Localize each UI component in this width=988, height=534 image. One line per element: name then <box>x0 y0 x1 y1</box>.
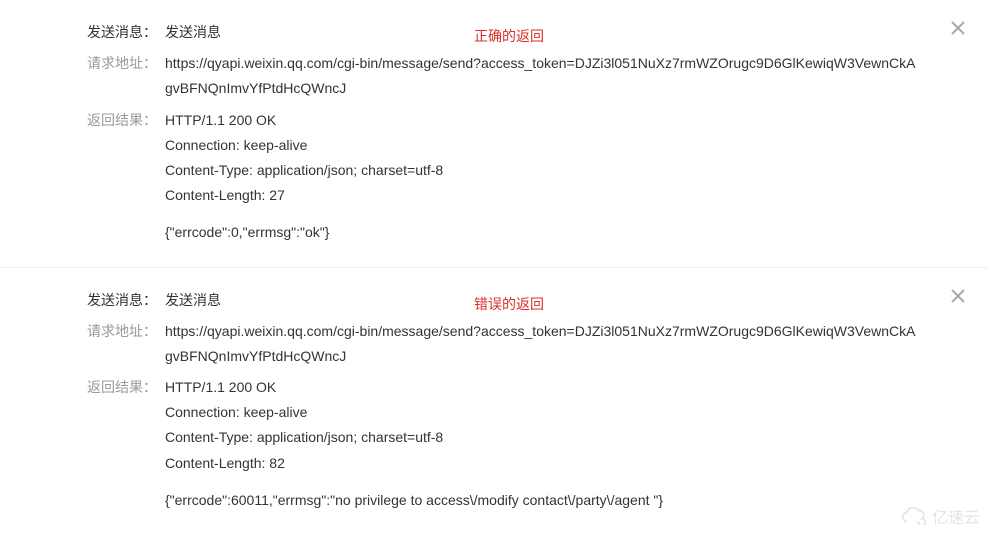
request-url-value: https://qyapi.weixin.qq.com/cgi-bin/mess… <box>165 51 958 101</box>
close-icon <box>950 20 966 36</box>
response-panel-correct: 正确的返回 发送消息： 发送消息 请求地址： https://qyapi.wei… <box>0 0 988 267</box>
annotation-error: 错误的返回 <box>474 294 544 314</box>
response-body: {"errcode":60011,"errmsg":"no privilege … <box>165 488 918 513</box>
request-url-label: 请求地址： <box>30 51 165 76</box>
close-button[interactable] <box>946 16 970 40</box>
send-message-label: 发送消息： <box>30 288 165 313</box>
response-result-value: HTTP/1.1 200 OK Connection: keep-alive C… <box>165 375 958 513</box>
send-message-value: 发送消息 <box>165 20 958 45</box>
response-result-label: 返回结果： <box>30 375 165 400</box>
request-url-value: https://qyapi.weixin.qq.com/cgi-bin/mess… <box>165 319 958 369</box>
response-headers: HTTP/1.1 200 OK Connection: keep-alive C… <box>165 108 918 209</box>
send-message-value: 发送消息 <box>165 288 958 313</box>
response-result-label: 返回结果： <box>30 108 165 133</box>
response-body: {"errcode":0,"errmsg":"ok"} <box>165 220 918 245</box>
response-panel-error: 错误的返回 发送消息： 发送消息 请求地址： https://qyapi.wei… <box>0 268 988 534</box>
response-headers: HTTP/1.1 200 OK Connection: keep-alive C… <box>165 375 918 476</box>
close-button[interactable] <box>946 284 970 308</box>
response-result-value: HTTP/1.1 200 OK Connection: keep-alive C… <box>165 108 958 246</box>
close-icon <box>950 288 966 304</box>
send-message-label: 发送消息： <box>30 20 165 45</box>
annotation-correct: 正确的返回 <box>474 26 544 46</box>
request-url-label: 请求地址： <box>30 319 165 344</box>
